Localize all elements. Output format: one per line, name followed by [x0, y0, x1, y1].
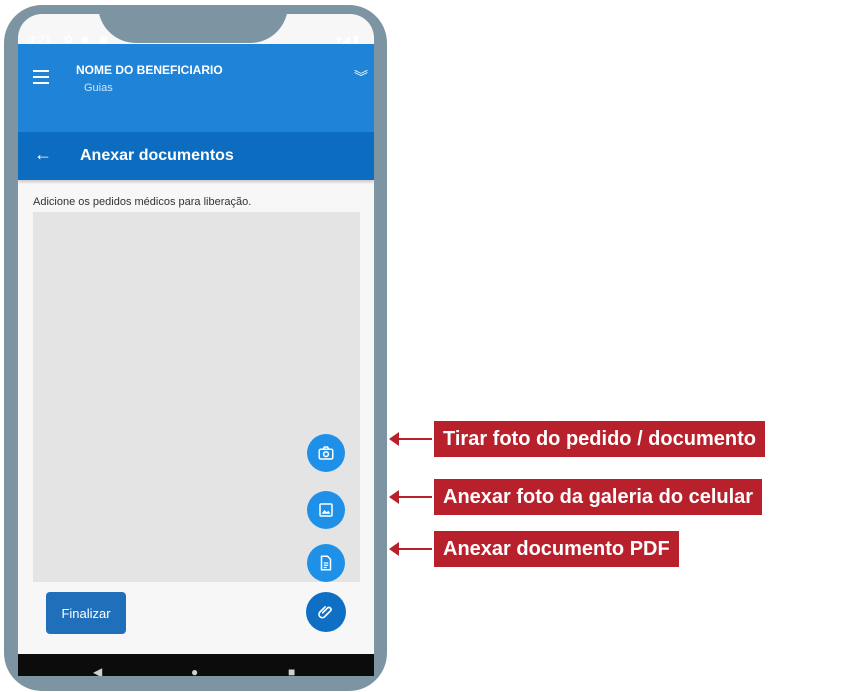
- beneficiary-name: NOME DO BENEFICIARIO: [76, 63, 223, 77]
- phone-screen: 3:21 ✿ ◉ ▣ ▾◢ ▮ NOME DO BENEFICIARIO Gui…: [18, 14, 374, 676]
- paperclip-icon: [318, 606, 332, 619]
- attach-menu-button[interactable]: [306, 592, 346, 632]
- app-bar: [18, 44, 374, 132]
- nav-recents-icon[interactable]: ■: [288, 665, 295, 676]
- gallery-icon: [319, 503, 333, 517]
- callout-gallery: Anexar foto da galeria do celular: [434, 479, 763, 515]
- camera-icon: [318, 446, 334, 460]
- nav-home-icon[interactable]: ●: [191, 665, 198, 676]
- attach-pdf-button[interactable]: [307, 544, 345, 582]
- phone-notch: [98, 5, 288, 43]
- gallery-button[interactable]: [307, 491, 345, 529]
- menu-icon[interactable]: [33, 70, 49, 84]
- nav-back-icon[interactable]: ◀: [93, 665, 102, 676]
- take-photo-button[interactable]: [307, 434, 345, 472]
- callout-pdf: Anexar documento PDF: [434, 531, 679, 567]
- documents-area: [33, 212, 360, 582]
- header-subtitle: Guias: [84, 82, 113, 94]
- android-nav-bar: ◀ ● ■: [18, 654, 374, 676]
- document-icon: [320, 555, 332, 571]
- arrow-pdf: [389, 542, 432, 556]
- arrow-gallery: [389, 490, 432, 504]
- expand-icon[interactable]: ︾: [354, 67, 368, 87]
- page-title: Anexar documentos: [80, 147, 234, 164]
- finalizar-button[interactable]: Finalizar: [46, 592, 126, 634]
- back-icon[interactable]: ←: [34, 144, 52, 165]
- sub-app-bar: ← Anexar documentos: [18, 132, 374, 180]
- arrow-take-photo: [389, 432, 432, 446]
- callout-take-photo: Tirar foto do pedido / documento: [434, 421, 765, 457]
- instruction-text: Adicione os pedidos médicos para liberaç…: [33, 196, 252, 208]
